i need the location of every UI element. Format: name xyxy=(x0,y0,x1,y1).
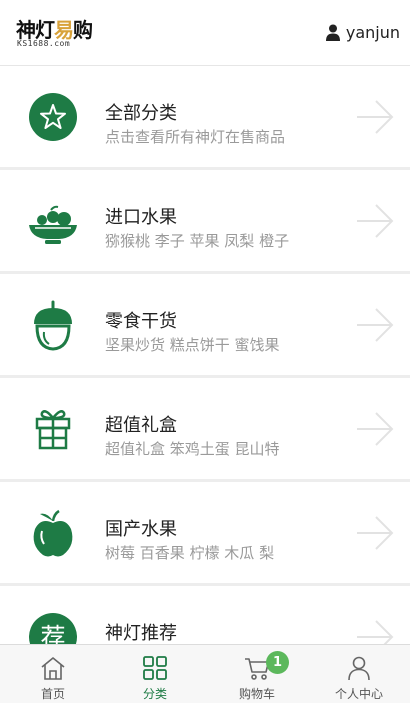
tab-home[interactable]: 首页 xyxy=(2,645,104,703)
tab-label: 首页 xyxy=(40,687,65,701)
acorn-icon xyxy=(27,299,79,351)
category-row-snacks[interactable]: 零食干货 坚果炒货 糕点饼干 蜜饯果 xyxy=(0,274,410,375)
category-row-gift-box[interactable]: 超值礼盒 超值礼盒 笨鸡土蛋 昆山特 xyxy=(0,378,410,479)
category-row-imported-fruit[interactable]: 进口水果 猕猴桃 李子 苹果 凤梨 橙子 xyxy=(0,170,410,271)
category-subtitle: 坚果炒货 糕点饼干 蜜饯果 xyxy=(105,336,280,354)
tab-label: 个人中心 xyxy=(334,687,383,701)
category-title: 国产水果 xyxy=(105,519,177,540)
recommend-icon-text: 荐 xyxy=(40,623,65,644)
tab-profile[interactable]: 个人中心 xyxy=(308,645,410,703)
tab-category[interactable]: 分类 xyxy=(104,645,206,703)
category-subtitle: 超值礼盒 笨鸡土蛋 昆山特 xyxy=(105,440,280,458)
category-subtitle: 猕猴桃 李子 苹果 凤梨 橙子 xyxy=(105,232,290,250)
arrow-right-icon xyxy=(356,411,394,447)
arrow-right-icon xyxy=(356,307,394,343)
category-row-domestic-fruit[interactable]: 国产水果 树莓 百香果 柠檬 木瓜 梨 xyxy=(0,482,410,583)
home-icon xyxy=(40,655,66,681)
recommend-icon: 荐 xyxy=(27,611,79,644)
category-title: 进口水果 xyxy=(105,207,177,228)
apple-icon xyxy=(27,507,79,559)
gift-icon xyxy=(27,403,79,455)
tab-label: 分类 xyxy=(142,687,167,701)
bottom-tab-bar: 首页 分类 1 购物车 个人中心 xyxy=(0,644,410,703)
category-title: 全部分类 xyxy=(105,103,177,124)
logo-domain: KS1688.com xyxy=(17,39,71,48)
arrow-right-icon xyxy=(356,99,394,135)
user-account[interactable]: yanjun xyxy=(325,20,400,44)
grid-icon xyxy=(142,655,168,681)
logo-text-part: 购 xyxy=(73,18,93,42)
tab-cart[interactable]: 1 购物车 xyxy=(206,645,308,703)
arrow-right-icon xyxy=(356,515,394,551)
person-icon xyxy=(346,655,372,681)
cart-count-badge: 1 xyxy=(266,651,289,674)
category-subtitle: 点击查看所有神灯在售商品 xyxy=(105,128,286,146)
category-row-recommended[interactable]: 荐 神灯推荐 xyxy=(0,586,410,644)
category-list[interactable]: 全部分类 点击查看所有神灯在售商品 进口水果 猕猴桃 李子 苹果 凤梨 橙子 零… xyxy=(0,66,410,644)
star-circle-icon xyxy=(27,91,79,143)
arrow-right-icon xyxy=(356,203,394,239)
logo[interactable]: 神灯易购 KS1688.com xyxy=(16,14,93,54)
category-title: 神灯推荐 xyxy=(105,623,177,644)
tab-label: 购物车 xyxy=(238,687,275,701)
category-title: 零食干货 xyxy=(105,311,177,332)
username: yanjun xyxy=(345,22,400,42)
fruit-bowl-icon xyxy=(27,195,79,247)
header: 神灯易购 KS1688.com yanjun xyxy=(0,0,410,66)
category-subtitle: 树莓 百香果 柠檬 木瓜 梨 xyxy=(105,544,275,562)
category-title: 超值礼盒 xyxy=(105,415,177,436)
user-icon xyxy=(325,24,340,41)
category-row-all[interactable]: 全部分类 点击查看所有神灯在售商品 xyxy=(0,66,410,167)
arrow-right-icon xyxy=(356,619,394,644)
